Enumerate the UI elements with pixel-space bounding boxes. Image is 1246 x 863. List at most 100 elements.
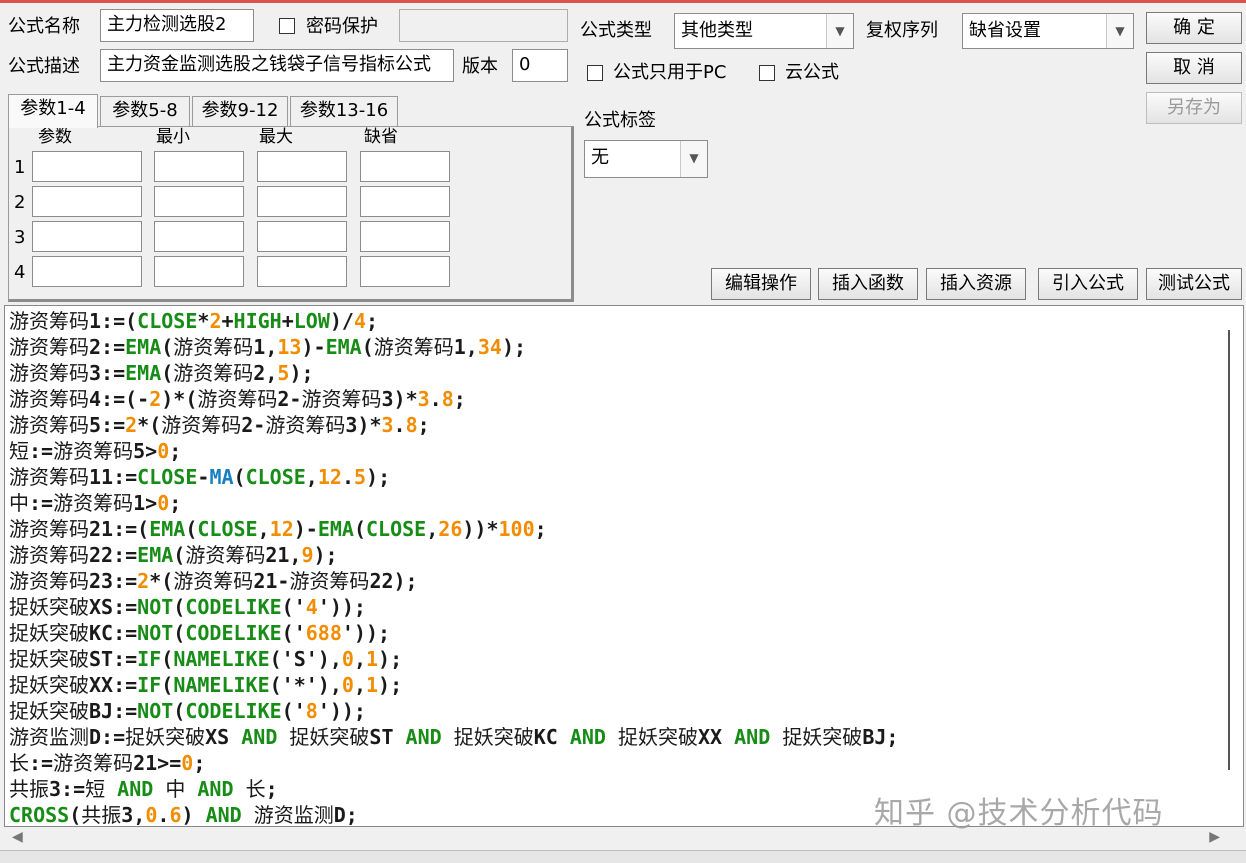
param-min-input[interactable] <box>154 256 244 287</box>
password-protect-label: 密码保护 <box>306 16 378 37</box>
param-max-input[interactable] <box>257 256 347 287</box>
ok-button[interactable]: 确 定 <box>1146 12 1242 44</box>
insert-function-button[interactable]: 插入函数 <box>818 268 918 300</box>
code-line[interactable]: 短:=游资筹码5>0; <box>9 438 898 464</box>
tab-params-9-12[interactable]: 参数9-12 <box>192 96 288 126</box>
param-name-input[interactable] <box>32 221 142 252</box>
code-line[interactable]: 游资筹码1:=(CLOSE*2+HIGH+LOW)/4; <box>9 308 898 334</box>
vertical-scrollbar[interactable] <box>1228 330 1242 770</box>
code-token: 4:=(- <box>89 387 150 411</box>
rights-select[interactable]: 缺省设置 ▼ <box>962 13 1134 49</box>
edit-ops-button[interactable]: 编辑操作 <box>711 268 811 300</box>
code-line[interactable]: 中:=游资筹码1>0; <box>9 490 898 516</box>
code-token: 4 <box>353 309 367 333</box>
code-token: CLOSE <box>137 309 198 333</box>
param-name-input[interactable] <box>32 186 142 217</box>
code-line[interactable]: 游资筹码22:=EMA(游资筹码21,9); <box>9 542 898 568</box>
code-line[interactable]: 捉妖突破XS:=NOT(CODELIKE('4')); <box>9 594 898 620</box>
code-token: 1 <box>365 647 379 671</box>
tab-params-13-16[interactable]: 参数13-16 <box>290 96 398 126</box>
code-line[interactable]: 游资筹码5:=2*(游资筹码2-游资筹码3)*3.8; <box>9 412 898 438</box>
scroll-right-icon[interactable]: ▶ <box>1209 829 1220 845</box>
save-as-button[interactable]: 另存为 <box>1146 92 1242 124</box>
code-token: 12 <box>317 465 342 489</box>
cancel-button[interactable]: 取 消 <box>1146 52 1242 84</box>
password-protect-checkbox[interactable] <box>279 18 295 34</box>
code-token: ( <box>161 647 174 671</box>
tab-params-1-4[interactable]: 参数1-4 <box>8 94 98 128</box>
param-row-number: 1 <box>14 157 26 178</box>
code-line[interactable]: 捉妖突破BJ:=NOT(CODELIKE('8')); <box>9 698 898 724</box>
code-line[interactable]: 游资筹码3:=EMA(游资筹码2,5); <box>9 360 898 386</box>
code-text[interactable]: 游资筹码1:=(CLOSE*2+HIGH+LOW)/4; 游资筹码2:=EMA(游… <box>9 308 898 827</box>
code-token: NOT <box>137 595 174 619</box>
code-line[interactable]: 游资筹码4:=(-2)*(游资筹码2-游资筹码3)*3.8; <box>9 386 898 412</box>
code-token: XX <box>698 725 735 749</box>
param-min-input[interactable] <box>154 186 244 217</box>
scroll-left-icon[interactable]: ◀ <box>12 829 23 845</box>
code-token: CODELIKE <box>185 699 282 723</box>
col-header-param: 参数 <box>38 127 72 147</box>
tab-params-5-8[interactable]: 参数5-8 <box>100 96 190 126</box>
code-token: 13 <box>277 335 302 359</box>
cloud-formula-checkbox[interactable] <box>759 65 775 81</box>
code-line[interactable]: 游资筹码11:=CLOSE-MA(CLOSE,12.5); <box>9 464 898 490</box>
code-editor[interactable]: 游资筹码1:=(CLOSE*2+HIGH+LOW)/4; 游资筹码2:=EMA(游… <box>4 305 1244 827</box>
code-line[interactable]: 游资筹码21:=(EMA(CLOSE,12)-EMA(CLOSE,26))*10… <box>9 516 898 542</box>
code-token: 游资筹码 <box>9 361 89 385</box>
param-name-input[interactable] <box>32 256 142 287</box>
param-default-input[interactable] <box>360 221 450 252</box>
code-line[interactable]: 捉妖突破KC:=NOT(CODELIKE('688')); <box>9 620 898 646</box>
param-max-input[interactable] <box>257 186 347 217</box>
formula-desc-input[interactable]: 主力资金监测选股之钱袋子信号指标公式 <box>100 49 454 82</box>
code-token: AND <box>117 777 154 801</box>
param-default-input[interactable] <box>360 186 450 217</box>
test-formula-button[interactable]: 测试公式 <box>1146 268 1242 300</box>
import-formula-button[interactable]: 引入公式 <box>1038 268 1138 300</box>
code-line[interactable]: CROSS(共振3,0.6) AND 游资监测D; <box>9 802 898 827</box>
code-token: 8 <box>441 387 454 411</box>
chevron-down-icon[interactable]: ▼ <box>826 14 853 48</box>
code-token: 1, <box>453 335 478 359</box>
code-token: , <box>353 673 366 697</box>
param-default-input[interactable] <box>360 151 450 182</box>
code-line[interactable]: 共振3:=短 AND 中 AND 长; <box>9 776 898 802</box>
code-token: 0 <box>157 491 170 515</box>
code-token: EMA <box>137 543 174 567</box>
param-max-input[interactable] <box>257 151 347 182</box>
code-token: ); <box>501 335 527 359</box>
code-token: D; <box>333 803 358 827</box>
code-token: ; <box>169 491 182 515</box>
version-input[interactable]: 0 <box>512 49 568 82</box>
code-token: 5:= <box>89 413 126 437</box>
param-min-input[interactable] <box>154 221 244 252</box>
code-token: CODELIKE <box>185 621 282 645</box>
chevron-down-icon[interactable]: ▼ <box>680 141 707 177</box>
param-max-input[interactable] <box>257 221 347 252</box>
code-line[interactable]: 游资监测D:=捉妖突破XS AND 捉妖突破ST AND 捉妖突破KC AND … <box>9 724 898 750</box>
code-line[interactable]: 游资筹码23:=2*(游资筹码21-游资筹码22); <box>9 568 898 594</box>
code-token: ); <box>378 673 403 697</box>
code-line[interactable]: 游资筹码2:=EMA(游资筹码1,13)-EMA(游资筹码1,34); <box>9 334 898 360</box>
code-token: ; <box>534 517 547 541</box>
code-token: - <box>197 465 210 489</box>
code-token: )/ <box>329 309 354 333</box>
code-line[interactable]: 捉妖突破ST:=IF(NAMELIKE('S'),0,1); <box>9 646 898 672</box>
insert-resource-button[interactable]: 插入资源 <box>926 268 1026 300</box>
code-token: 3, <box>121 803 146 827</box>
pc-only-checkbox[interactable] <box>587 65 603 81</box>
code-token: 游资筹码 <box>301 387 382 411</box>
param-default-input[interactable] <box>360 256 450 287</box>
formula-type-select[interactable]: 其他类型 ▼ <box>674 13 854 49</box>
code-token: BJ; <box>862 725 899 749</box>
chevron-down-icon[interactable]: ▼ <box>1106 14 1133 48</box>
formula-name-input[interactable]: 主力检测选股2 <box>100 9 254 42</box>
code-token: *( <box>149 569 174 593</box>
formula-tag-select[interactable]: 无 ▼ <box>584 140 708 178</box>
code-line[interactable]: 捉妖突破XX:=IF(NAMELIKE('*'),0,1); <box>9 672 898 698</box>
param-name-input[interactable] <box>32 151 142 182</box>
param-min-input[interactable] <box>154 151 244 182</box>
code-token: )*( <box>161 387 198 411</box>
code-line[interactable]: 长:=游资筹码21>=0; <box>9 750 898 776</box>
